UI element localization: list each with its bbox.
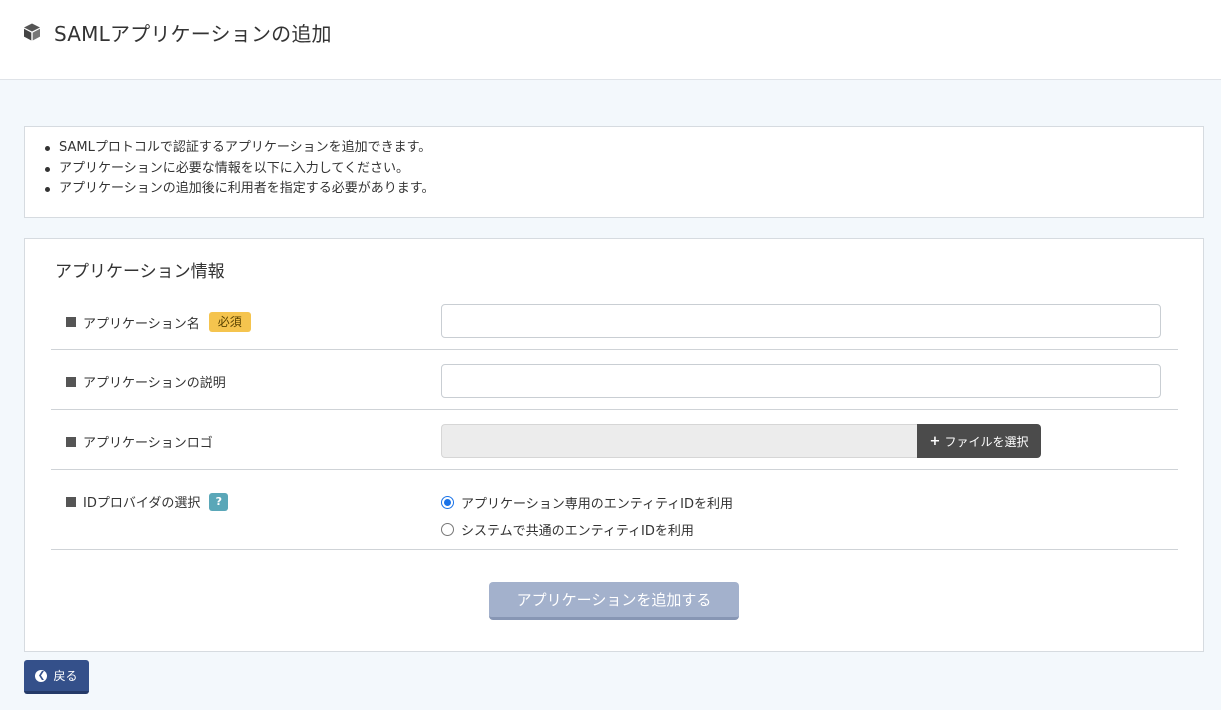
app-name-row: アプリケーション名 必須 [51, 293, 1178, 350]
application-info-panel: アプリケーション情報 アプリケーション名 必須 アプリケーションの説明 アプリケ… [24, 238, 1204, 652]
app-name-label-group: アプリケーション名 必須 [66, 312, 251, 332]
bullet-square-icon [66, 317, 76, 327]
idp-label: IDプロバイダの選択 [83, 496, 201, 511]
notice-item: SAMLプロトコルで認証するアプリケーションを追加できます。 [44, 138, 434, 159]
required-badge: 必須 [208, 312, 251, 332]
page-title: SAMLアプリケーションの追加 [54, 22, 332, 46]
app-name-input[interactable] [441, 304, 1161, 338]
idp-row: IDプロバイダの選択 ? アプリケーション専用のエンティティIDを利用 システム… [51, 470, 1178, 550]
radio-button[interactable] [441, 523, 454, 536]
app-logo-label: アプリケーションロゴ [83, 436, 213, 451]
app-description-label-group: アプリケーションの説明 [66, 372, 226, 391]
bullet-square-icon [66, 496, 76, 507]
add-application-button[interactable]: アプリケーションを追加する [489, 582, 739, 620]
app-logo-label-group: アプリケーションロゴ [66, 432, 213, 451]
help-badge[interactable]: ? [209, 492, 229, 511]
idp-label-group: IDプロバイダの選択 ? [66, 492, 229, 511]
notice-item: アプリケーションの追加後に利用者を指定する必要があります。 [44, 179, 434, 200]
bullet-square-icon [66, 376, 76, 387]
app-name-label: アプリケーション名 [83, 316, 200, 332]
file-name-display[interactable] [441, 424, 917, 458]
cube-icon [24, 23, 40, 41]
panel-title: アプリケーション情報 [55, 262, 225, 282]
app-description-input[interactable] [441, 364, 1161, 398]
app-description-row: アプリケーションの説明 [51, 350, 1178, 410]
app-logo-row: アプリケーションロゴ + ファイルを選択 [51, 410, 1178, 470]
choose-file-button[interactable]: + ファイルを選択 [917, 424, 1041, 458]
chevron-left-circle-icon: ❮ [35, 669, 48, 682]
notice-list: SAMLプロトコルで認証するアプリケーションを追加できます。 アプリケーションに… [44, 138, 434, 200]
idp-option-label: システムで共通のエンティティIDを利用 [461, 524, 694, 539]
idp-option-label: アプリケーション専用のエンティティIDを利用 [461, 497, 734, 512]
app-description-label: アプリケーションの説明 [83, 376, 226, 391]
back-label: 戻る [53, 669, 78, 683]
radio-button-checked[interactable] [441, 496, 454, 509]
info-notice: SAMLプロトコルで認証するアプリケーションを追加できます。 アプリケーションに… [24, 126, 1204, 218]
back-button[interactable]: ❮ 戻る [24, 660, 89, 694]
idp-option-dedicated[interactable]: アプリケーション専用のエンティティIDを利用 [441, 493, 733, 512]
page-header: SAMLアプリケーションの追加 [0, 0, 1221, 80]
notice-item: アプリケーションに必要な情報を以下に入力してください。 [44, 159, 434, 180]
idp-option-shared[interactable]: システムで共通のエンティティIDを利用 [441, 520, 694, 539]
bullet-square-icon [66, 436, 76, 447]
choose-file-label: ファイルを選択 [944, 434, 1029, 449]
plus-icon: + [929, 433, 941, 449]
